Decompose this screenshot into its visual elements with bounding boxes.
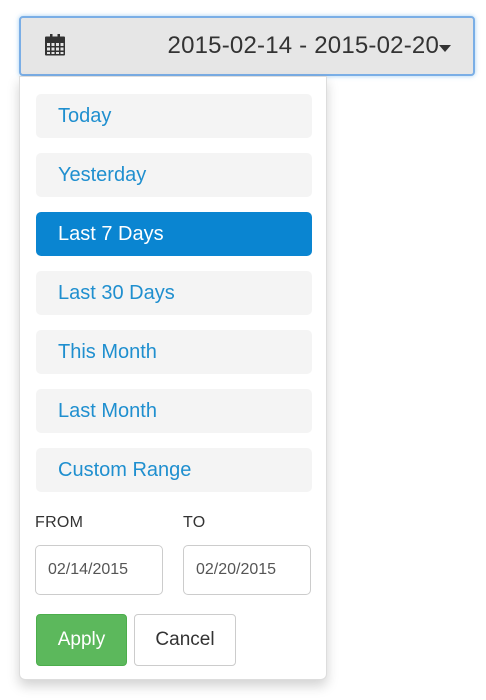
range-option-custom-range[interactable]: Custom Range	[36, 448, 312, 492]
from-date-input[interactable]	[35, 545, 163, 595]
caret-down-icon	[439, 45, 451, 52]
to-date-input[interactable]	[183, 545, 311, 595]
selected-range-text: 2015-02-14 - 2015-02-20	[167, 32, 439, 59]
cancel-button[interactable]: Cancel	[134, 614, 236, 666]
range-list: Today Yesterday Last 7 Days Last 30 Days…	[36, 94, 312, 507]
calendar-icon	[45, 34, 65, 56]
from-label: FROM	[35, 514, 84, 531]
range-option-last-7-days[interactable]: Last 7 Days	[36, 212, 312, 256]
to-label: TO	[183, 514, 206, 531]
date-range-picker-toggle[interactable]: 2015-02-14 - 2015-02-20	[19, 16, 475, 76]
date-range-dropdown: Today Yesterday Last 7 Days Last 30 Days…	[19, 76, 327, 680]
range-option-last-month[interactable]: Last Month	[36, 389, 312, 433]
range-option-this-month[interactable]: This Month	[36, 330, 312, 374]
range-option-last-30-days[interactable]: Last 30 Days	[36, 271, 312, 315]
apply-button[interactable]: Apply	[36, 614, 127, 666]
range-option-yesterday[interactable]: Yesterday	[36, 153, 312, 197]
range-option-today[interactable]: Today	[36, 94, 312, 138]
